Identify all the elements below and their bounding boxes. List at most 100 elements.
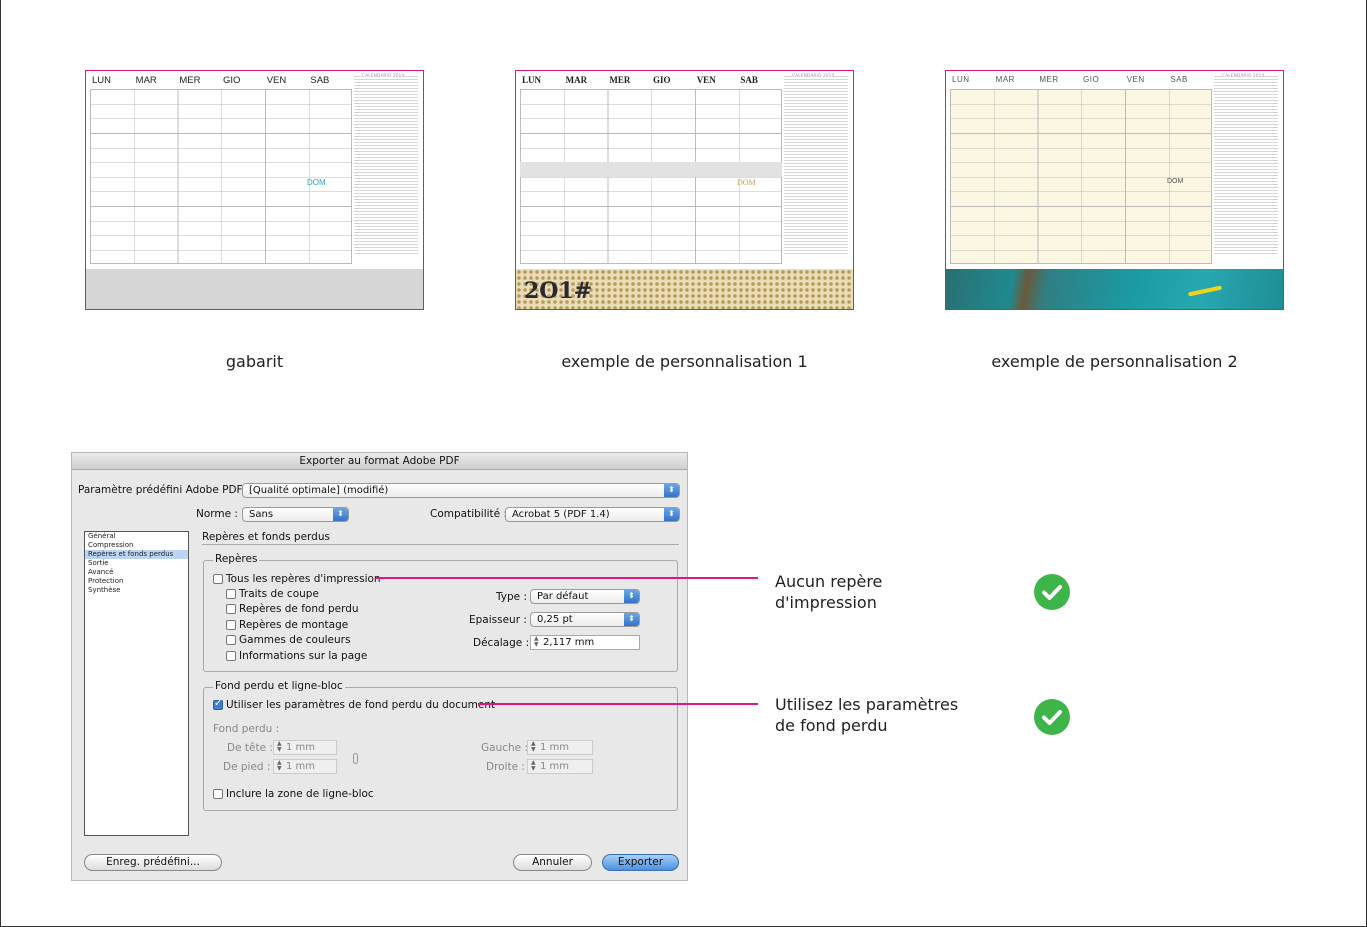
day-label: LUN: [952, 75, 970, 84]
day-label: SAB: [740, 75, 758, 85]
norme-select[interactable]: Sans ⬍: [242, 507, 349, 522]
weight-label: Epaisseur :: [469, 614, 527, 626]
compat-select[interactable]: Acrobat 5 (PDF 1.4) ⬍: [505, 507, 680, 522]
bottom-bleed-label: De pied :: [223, 761, 271, 773]
compat-value: Acrobat 5 (PDF 1.4): [512, 509, 610, 520]
annotation-line-bleed: [478, 703, 758, 705]
link-chain-icon[interactable]: [353, 753, 358, 764]
sidebar-item-advanced[interactable]: Avancé: [85, 568, 188, 577]
sea-photo-band: [946, 269, 1283, 309]
registration-marks-option[interactable]: Repères de montage: [226, 619, 348, 631]
page-info-label: Informations sur la page: [239, 650, 368, 662]
mini-calendar: [354, 76, 418, 256]
calendar-day-header: LUN MAR MER GIO VEN SAB: [90, 75, 352, 89]
day-label: MER: [609, 75, 631, 85]
updown-arrow-icon: ⬍: [664, 508, 679, 521]
use-doc-bleed-checkbox[interactable]: [213, 698, 223, 710]
bleed-marks-option[interactable]: Repères de fond perdu: [226, 603, 359, 615]
calendar-day-header: LUN MAR MER GIO VEN SAB: [950, 75, 1212, 89]
note-use-bleed: Utilisez les paramètres de fond perdu: [775, 694, 958, 736]
dom-label: DOM: [737, 178, 756, 187]
section-divider: [202, 544, 679, 545]
bleed-group-title: Fond perdu et ligne-bloc: [213, 680, 345, 692]
updown-arrow-icon: ⬍: [333, 508, 348, 521]
all-marks-option[interactable]: Tous les repères d'impression: [213, 573, 381, 585]
slug-option[interactable]: Inclure la zone de ligne-bloc: [213, 788, 374, 800]
green-check-icon: [1034, 699, 1070, 735]
color-bars-label: Gammes de couleurs: [239, 634, 351, 646]
day-label: MAR: [135, 75, 157, 86]
sidebar-item-general[interactable]: Général: [85, 532, 188, 541]
calendar-day-header: LUN MAR MER GIO VEN SAB: [520, 75, 782, 89]
day-label: VEN: [696, 75, 716, 85]
page-info-option[interactable]: Informations sur la page: [226, 650, 367, 662]
note-use-bleed-line-2: de fond perdu: [775, 716, 888, 735]
day-label: GIO: [223, 75, 241, 86]
dom-label: DOM: [1167, 178, 1184, 185]
bleed-label: Fond perdu :: [213, 723, 280, 735]
top-bleed-label: De tête :: [227, 742, 273, 754]
type-value: Par défaut: [537, 591, 589, 602]
day-label: SAB: [310, 75, 330, 86]
color-bars-checkbox[interactable]: [226, 635, 236, 645]
registration-marks-checkbox[interactable]: [226, 620, 236, 630]
stepper-icon[interactable]: ▲ ▼: [277, 741, 284, 753]
day-label: VEN: [266, 75, 287, 86]
color-bars-option[interactable]: Gammes de couleurs: [226, 634, 350, 646]
use-doc-bleed-option[interactable]: Utiliser les paramètres de fond perdu du…: [213, 698, 495, 711]
note-no-marks-line-2: d'impression: [775, 593, 877, 612]
stepper-icon[interactable]: ▲ ▼: [534, 636, 541, 648]
updown-arrow-icon: ⬍: [624, 590, 639, 603]
bleed-marks-checkbox[interactable]: [226, 604, 236, 614]
sidebar-item-marks-bleeds[interactable]: Repères et fonds perdus: [85, 550, 188, 559]
left-bleed-label: Gauche :: [481, 742, 528, 754]
right-bleed-field[interactable]: ▲ ▼ 1 mm: [527, 759, 593, 774]
day-label: MAR: [565, 75, 588, 85]
weight-value: 0,25 pt: [537, 614, 573, 625]
crop-marks-checkbox[interactable]: [226, 589, 236, 599]
weight-select[interactable]: 0,25 pt ⬍: [530, 612, 640, 627]
type-select[interactable]: Par défaut ⬍: [530, 589, 640, 604]
year-band-text: 2O1#: [524, 278, 593, 304]
sidebar-item-security[interactable]: Protection: [85, 577, 188, 586]
offset-field[interactable]: ▲ ▼ 2,117 mm: [530, 635, 640, 650]
mini-calendar-title: CALENDARIO 2014: [792, 74, 835, 79]
bottom-bleed-field[interactable]: ▲ ▼ 1 mm: [273, 759, 337, 774]
day-label: SAB: [1170, 75, 1188, 84]
mini-calendar: [1214, 76, 1278, 256]
sidebar-item-compression[interactable]: Compression: [85, 541, 188, 550]
preset-value: [Qualité optimale] (modifié): [249, 485, 389, 496]
registration-marks-label: Repères de montage: [239, 619, 349, 631]
slug-label: Inclure la zone de ligne-bloc: [226, 788, 374, 800]
stepper-icon[interactable]: ▲ ▼: [531, 760, 538, 772]
export-button[interactable]: Exporter: [602, 854, 679, 871]
updown-arrow-icon: ⬍: [624, 613, 639, 626]
marks-group-title: Repères: [213, 553, 260, 565]
sidebar-item-output[interactable]: Sortie: [85, 559, 188, 568]
caption-example-2: exemple de personnalisation 2: [991, 352, 1238, 371]
type-label: Type :: [496, 591, 527, 603]
day-label: MER: [1039, 75, 1059, 84]
calendar-preview-example-1: LUN MAR MER GIO VEN SAB DOM CALENDARIO 2…: [515, 70, 854, 310]
top-bleed-value: 1 mm: [286, 742, 316, 753]
preset-select[interactable]: [Qualité optimale] (modifié) ⬍: [242, 483, 680, 498]
slug-checkbox[interactable]: [213, 789, 223, 799]
mini-calendar-title: CALENDARIO 2014: [362, 74, 405, 79]
note-no-marks: Aucun repère d'impression: [775, 571, 882, 613]
crop-marks-label: Traits de coupe: [239, 588, 319, 600]
day-label: LUN: [92, 75, 112, 86]
crop-marks-option[interactable]: Traits de coupe: [226, 588, 319, 600]
stepper-icon[interactable]: ▲ ▼: [277, 760, 284, 772]
sidebar-item-summary[interactable]: Synthèse: [85, 586, 188, 595]
all-marks-checkbox[interactable]: [213, 574, 223, 584]
save-preset-button[interactable]: Enreg. prédéfini...: [84, 854, 222, 871]
cancel-button[interactable]: Annuler: [513, 854, 592, 871]
section-title: Repères et fonds perdus: [202, 531, 330, 543]
left-bleed-field[interactable]: ▲ ▼ 1 mm: [527, 740, 593, 755]
bleed-marks-label: Repères de fond perdu: [239, 603, 359, 615]
right-bleed-value: 1 mm: [540, 761, 570, 772]
page-info-checkbox[interactable]: [226, 651, 236, 661]
stepper-icon[interactable]: ▲ ▼: [531, 741, 538, 753]
top-bleed-field[interactable]: ▲ ▼ 1 mm: [273, 740, 337, 755]
calendar-grid: [90, 89, 352, 264]
